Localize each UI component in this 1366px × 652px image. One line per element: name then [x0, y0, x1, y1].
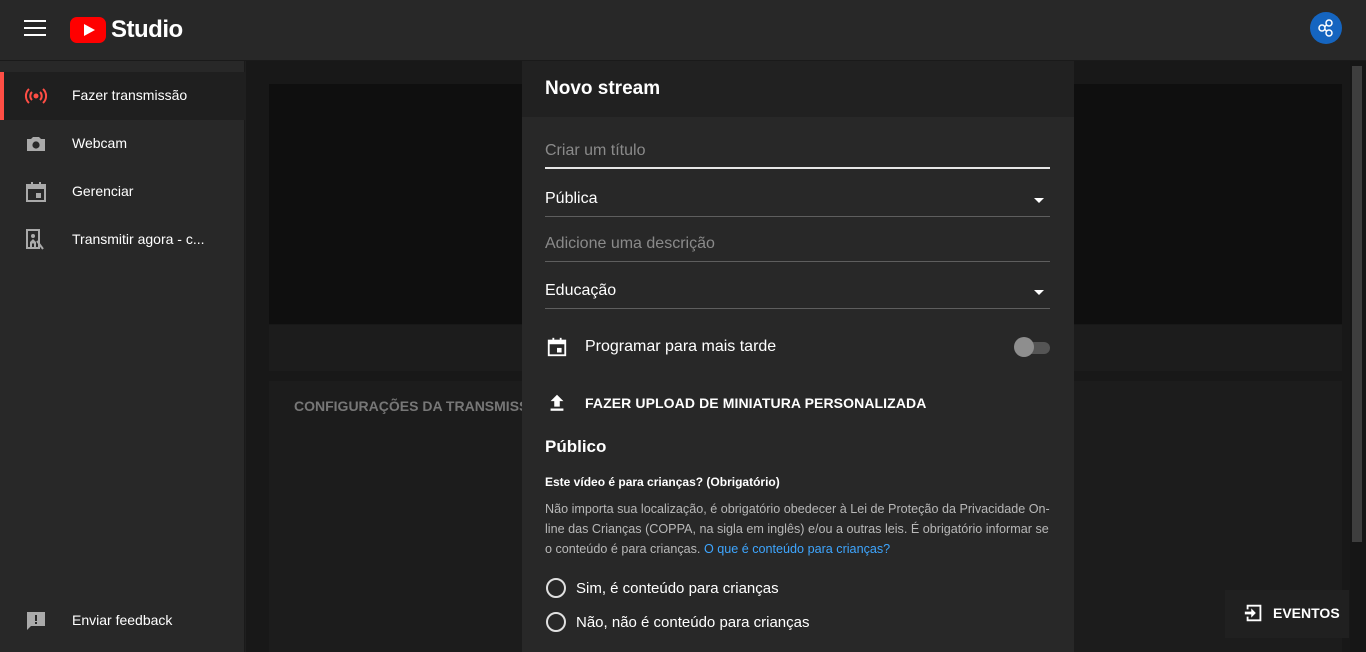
category-value: Educação [545, 282, 617, 299]
dialog-header: Novo stream [522, 61, 1074, 117]
scrollbar-thumb[interactable] [1352, 66, 1362, 542]
toggle-thumb [1014, 337, 1034, 357]
radio-label: Não, não é conteúdo para crianças [576, 613, 810, 631]
schedule-label: Programar para mais tarde [585, 338, 777, 355]
dialog-title: Novo stream [545, 78, 661, 99]
sidebar-item-enviar-feedback[interactable]: Enviar feedback [0, 597, 245, 645]
menu-icon[interactable] [24, 20, 46, 38]
stream-now-icon [24, 228, 48, 252]
calendar-icon [545, 335, 569, 359]
events-label: EVENTOS [1273, 605, 1340, 621]
avatar-icon [1318, 19, 1333, 37]
sidebar-item-fazer-transmissao[interactable]: Fazer transmissão [0, 72, 245, 120]
sidebar-item-webcam[interactable]: Webcam [0, 120, 245, 168]
exit-to-app-icon [1243, 602, 1265, 624]
description-input[interactable]: Adicione uma descrição [545, 226, 1050, 262]
account-avatar[interactable] [1310, 12, 1342, 44]
kids-question: Este vídeo é para crianças? (Obrigatório… [545, 475, 780, 489]
calendar-icon [24, 180, 48, 204]
feedback-label: Enviar feedback [72, 612, 173, 628]
top-bar: Studio [0, 0, 1366, 61]
title-input[interactable]: Criar um título [545, 133, 1050, 169]
schedule-row: Programar para mais tarde [545, 332, 1050, 362]
upload-thumbnail-button[interactable]: FAZER UPLOAD DE MINIATURA PERSONALIZADA [545, 388, 1050, 418]
upload-thumbnail-label: FAZER UPLOAD DE MINIATURA PERSONALIZADA [585, 395, 927, 411]
radio-label: Sim, é conteúdo para crianças [576, 579, 779, 597]
audience-section-title: Público [545, 437, 607, 456]
chevron-down-icon [1034, 290, 1044, 295]
sidebar-item-label: Gerenciar [72, 183, 134, 199]
radio-kids-no[interactable]: Não, não é conteúdo para crianças [545, 610, 810, 634]
title-input-placeholder: Criar um título [545, 142, 646, 159]
sidebar-item-label: Webcam [72, 135, 127, 151]
chevron-down-icon [1034, 198, 1044, 203]
description-input-placeholder: Adicione uma descrição [545, 235, 715, 252]
logo-text: Studio [111, 16, 183, 43]
youtube-play-icon [70, 17, 106, 43]
live-broadcast-icon [24, 84, 48, 108]
sidebar-item-transmitir-agora[interactable]: Transmitir agora - c... [0, 216, 245, 264]
feedback-icon [24, 609, 48, 633]
radio-button[interactable] [546, 612, 566, 632]
schedule-toggle[interactable] [1014, 337, 1050, 357]
sidebar: Fazer transmissão Webcam Gerenciar Trans… [0, 61, 245, 652]
radio-button[interactable] [546, 578, 566, 598]
youtube-studio-logo[interactable]: Studio [70, 16, 183, 44]
visibility-value: Pública [545, 190, 598, 207]
sidebar-item-gerenciar[interactable]: Gerenciar [0, 168, 245, 216]
new-stream-dialog: Novo stream Criar um título Pública Adic… [522, 61, 1074, 652]
kids-description: Não importa sua localização, é obrigatór… [545, 499, 1050, 559]
upload-icon [545, 391, 569, 415]
sidebar-item-label: Fazer transmissão [72, 87, 188, 103]
radio-kids-yes[interactable]: Sim, é conteúdo para crianças [545, 576, 779, 600]
sidebar-item-label: Transmitir agora - c... [72, 231, 205, 247]
category-select[interactable]: Educação [545, 273, 1050, 309]
kids-content-link[interactable]: O que é conteúdo para crianças? [704, 542, 890, 556]
visibility-select[interactable]: Pública [545, 181, 1050, 217]
events-button[interactable]: EVENTOS [1225, 590, 1349, 638]
camera-icon [24, 132, 48, 156]
settings-heading: CONFIGURAÇÕES DA TRANSMISSÃO [294, 398, 550, 414]
